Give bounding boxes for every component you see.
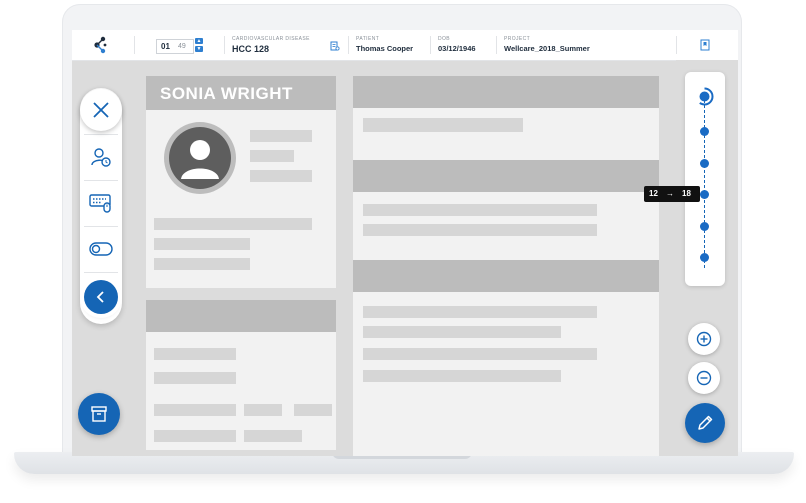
keyboard-button[interactable] — [86, 188, 116, 218]
close-icon — [93, 102, 109, 118]
zoom-in-icon — [696, 331, 712, 347]
zoom-in-button[interactable] — [688, 323, 720, 355]
placeholder-line — [154, 404, 236, 416]
page-stepper: ▲ ▼ — [195, 38, 205, 54]
card-name: SONIA WRIGHT — [160, 84, 293, 103]
edit-button[interactable] — [685, 403, 725, 443]
placeholder-line — [154, 218, 312, 230]
document-page-lower-left — [146, 300, 336, 450]
patient-value: Thomas Cooper — [356, 44, 414, 53]
zoom-out-icon — [696, 370, 712, 386]
archive-icon — [91, 406, 107, 422]
placeholder-line — [154, 372, 236, 384]
divider — [84, 134, 118, 135]
toggle-icon — [89, 242, 113, 256]
archive-button[interactable] — [78, 393, 120, 435]
arrow-icon: → — [666, 189, 674, 198]
user-clock-icon — [91, 148, 111, 167]
placeholder-line — [363, 326, 561, 338]
dob-label: DOB — [438, 36, 451, 42]
divider — [430, 36, 431, 54]
timeline-dot[interactable] — [700, 253, 709, 262]
avatar-icon — [164, 122, 236, 194]
placeholder-line — [244, 430, 302, 442]
assign-user-button[interactable] — [86, 142, 116, 172]
document-page-main — [353, 76, 659, 456]
divider — [676, 36, 677, 54]
chevron-left-icon — [96, 291, 104, 303]
patient-card-page: SONIA WRIGHT — [146, 76, 336, 288]
zoom-out-button[interactable] — [688, 362, 720, 394]
placeholder-line — [363, 306, 597, 318]
divider — [224, 36, 225, 54]
tooltip-to: 18 — [682, 189, 691, 198]
timeline-dot[interactable] — [700, 127, 709, 136]
page-current: 01 — [161, 42, 170, 51]
placeholder-line — [363, 224, 597, 236]
divider — [348, 36, 349, 54]
tooltip-from: 12 — [649, 189, 658, 198]
project-field: PROJECT Wellcare_2018_Summer — [504, 36, 590, 53]
divider — [84, 180, 118, 181]
timeline-track — [704, 100, 705, 268]
dob-field: DOB 03/12/1946 — [438, 36, 476, 53]
page-range-tooltip: 12 → 18 — [644, 186, 700, 202]
placeholder-line — [294, 404, 332, 416]
timeline-dot[interactable] — [700, 159, 709, 168]
section-header — [353, 260, 659, 292]
page-up-icon[interactable]: ▲ — [195, 38, 203, 44]
placeholder-line — [154, 238, 250, 250]
dob-value: 03/12/1946 — [438, 44, 476, 53]
placeholder-line — [363, 370, 561, 382]
condition-value: HCC 128 — [232, 44, 270, 54]
back-button[interactable] — [84, 280, 118, 314]
logo-icon[interactable] — [92, 36, 110, 54]
top-bar: 01 49 ▲ ▼ CARDIOVASCULAR DISEASE HCC 128… — [72, 30, 738, 61]
close-button[interactable] — [80, 89, 122, 131]
placeholder-line — [250, 170, 312, 182]
placeholder-line — [154, 258, 250, 270]
page-down-icon[interactable]: ▼ — [195, 46, 203, 52]
placeholder-line — [250, 150, 294, 162]
placeholder-line — [250, 130, 312, 142]
page-number-input[interactable]: 01 49 — [156, 39, 194, 54]
project-label: PROJECT — [504, 36, 531, 42]
placeholder-line — [154, 348, 236, 360]
divider — [84, 272, 118, 273]
divider — [84, 226, 118, 227]
placeholder-line — [244, 404, 282, 416]
document-icon[interactable] — [330, 41, 340, 51]
card-header: SONIA WRIGHT — [146, 76, 336, 110]
section-header — [146, 300, 336, 332]
section-header — [353, 160, 659, 192]
pencil-icon — [698, 415, 713, 430]
toggle-button[interactable] — [86, 234, 116, 264]
patient-label: PATIENT — [356, 36, 380, 42]
app-screen: 01 49 ▲ ▼ CARDIOVASCULAR DISEASE HCC 128… — [72, 30, 738, 456]
section-header — [353, 76, 659, 108]
timeline-dot[interactable] — [700, 222, 709, 231]
placeholder-line — [363, 204, 597, 216]
page-timeline[interactable] — [685, 72, 725, 286]
patient-field: PATIENT Thomas Cooper — [356, 36, 413, 53]
condition-label: CARDIOVASCULAR DISEASE — [232, 36, 310, 42]
divider — [496, 36, 497, 54]
condition-field: CARDIOVASCULAR DISEASE HCC 128 — [232, 36, 310, 54]
placeholder-line — [363, 348, 597, 360]
timeline-current-marker[interactable] — [695, 87, 714, 106]
placeholder-line — [154, 430, 236, 442]
page-total: 49 — [178, 43, 186, 50]
bookmark-icon[interactable] — [700, 39, 710, 51]
project-value: Wellcare_2018_Summer — [504, 44, 590, 53]
keyboard-mouse-icon — [89, 194, 111, 213]
timeline-dot[interactable] — [700, 190, 709, 199]
placeholder-line — [363, 118, 523, 132]
divider — [134, 36, 135, 54]
